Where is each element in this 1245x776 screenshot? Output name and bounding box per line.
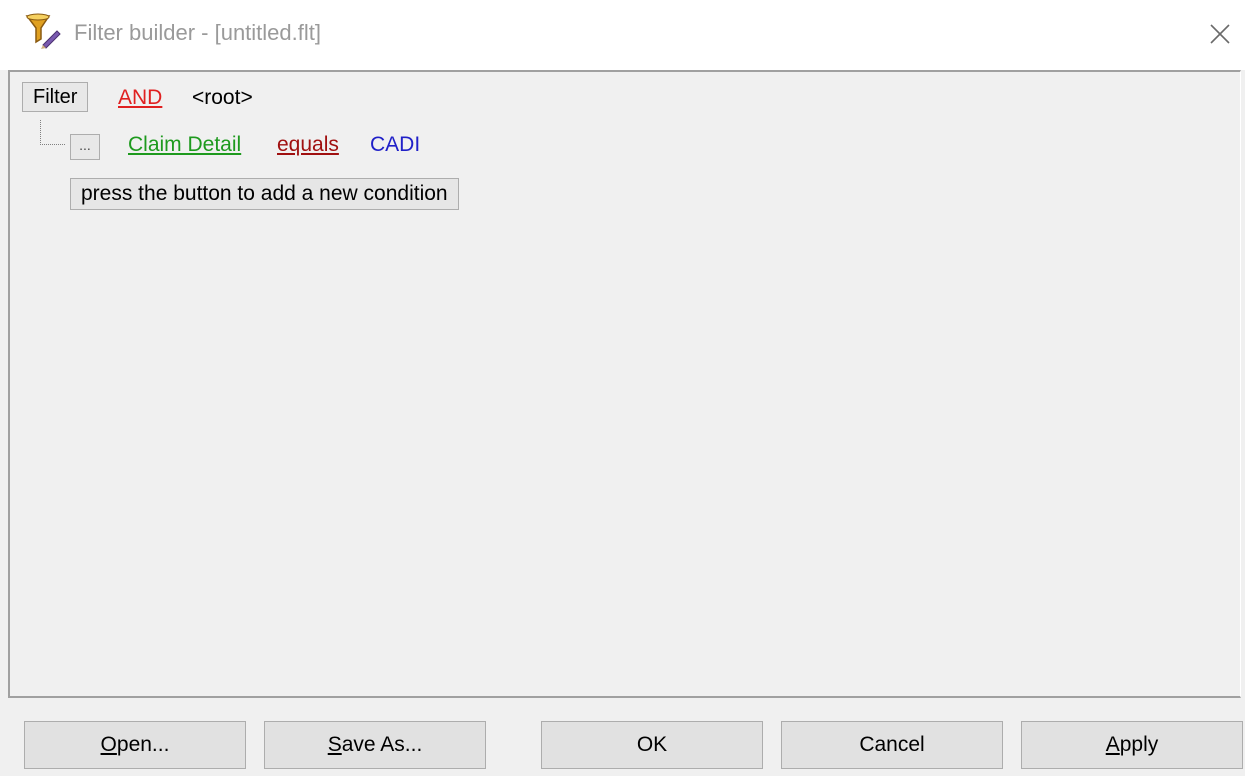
- open-label: pen...: [116, 733, 170, 756]
- save-as-accel: S: [327, 733, 342, 756]
- title-bar: Filter builder - [untitled.flt]: [0, 0, 1245, 70]
- ok-button[interactable]: OK: [541, 721, 763, 769]
- filter-builder-window: Filter builder - [untitled.flt] Filter A…: [0, 0, 1245, 776]
- condition-operator[interactable]: equals: [277, 133, 339, 157]
- apply-accel: A: [1105, 733, 1120, 756]
- condition-field[interactable]: Claim Detail: [128, 133, 241, 157]
- open-button[interactable]: Open...: [24, 721, 246, 769]
- tree-connector-line: [40, 120, 65, 145]
- root-group-operator[interactable]: AND: [118, 86, 162, 110]
- filter-root-button[interactable]: Filter: [22, 82, 89, 112]
- open-accel: O: [100, 733, 117, 756]
- root-label: <root>: [192, 86, 253, 109]
- filter-tree-panel: Filter AND <root> ... Claim Detail equal…: [8, 70, 1241, 698]
- filter-funnel-icon: [24, 12, 62, 50]
- close-button[interactable]: [1198, 14, 1242, 54]
- save-as-button[interactable]: Save As...: [264, 721, 486, 769]
- apply-label: pply: [1119, 733, 1159, 756]
- condition-value[interactable]: CADI: [370, 133, 420, 157]
- add-condition-button[interactable]: press the button to add a new condition: [70, 178, 459, 210]
- cancel-button[interactable]: Cancel: [781, 721, 1003, 769]
- window-title: Filter builder - [untitled.flt]: [74, 20, 321, 45]
- apply-button[interactable]: Apply: [1021, 721, 1243, 769]
- condition-menu-button[interactable]: ...: [70, 134, 100, 160]
- close-icon: [1210, 24, 1230, 44]
- save-as-label: ave As...: [341, 733, 423, 756]
